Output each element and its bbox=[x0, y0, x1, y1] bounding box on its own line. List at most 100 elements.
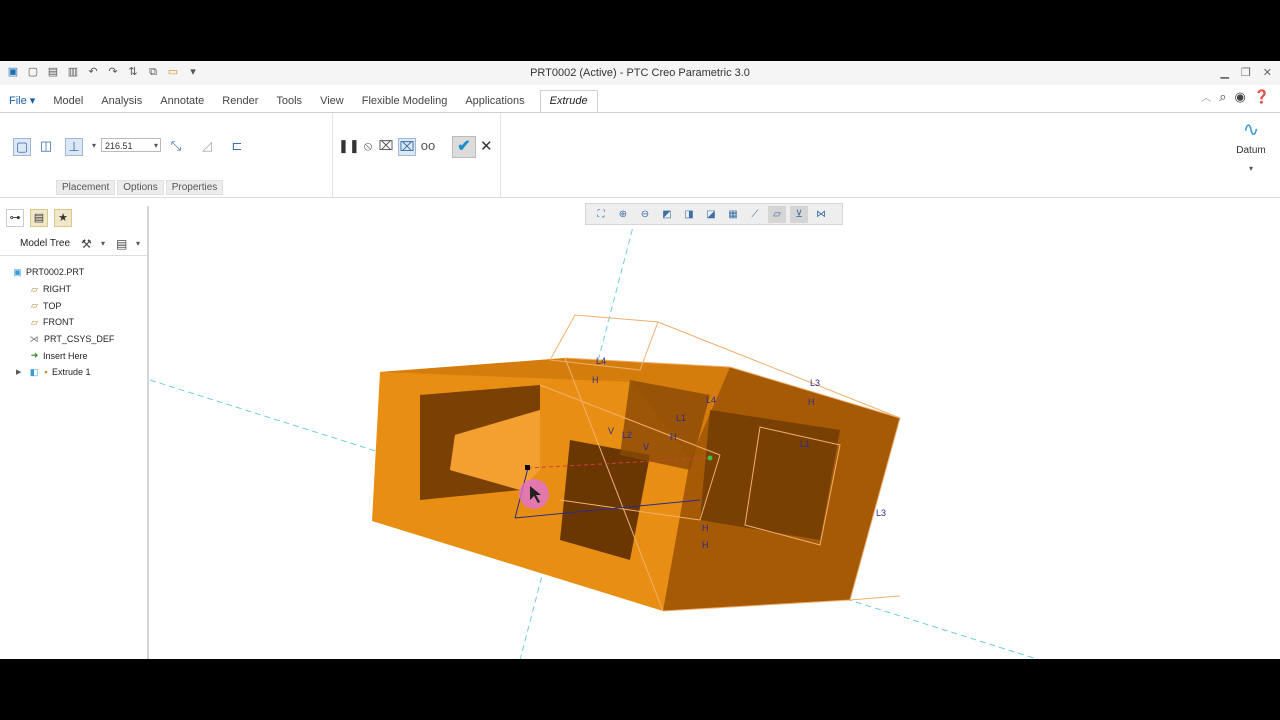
preview-controls-group: ❚❚ ⦸ ⌧ ⌧ oo ✔ ✕ bbox=[332, 113, 501, 197]
csys-icon: ⋊ bbox=[29, 333, 39, 344]
spin-center-icon[interactable]: ⊻ bbox=[790, 205, 808, 223]
extrude-icon: ◧ bbox=[29, 366, 39, 377]
depth-dropdown-icon[interactable]: ▾ bbox=[86, 138, 102, 154]
constraint-label: V bbox=[608, 426, 614, 436]
datum-label: Datum bbox=[1236, 145, 1266, 156]
tree-item-part[interactable]: ▣ PRT0002.PRT bbox=[0, 264, 147, 281]
constraint-label: L1 bbox=[676, 413, 686, 423]
placement-tab[interactable]: Placement bbox=[56, 180, 116, 195]
detached-preview-icon[interactable]: ⌧ bbox=[398, 138, 416, 156]
close-icon[interactable]: ✕ bbox=[1263, 66, 1272, 79]
datum-display-icon[interactable]: ⟋ bbox=[746, 206, 764, 223]
tree-settings-icon[interactable]: ⚒ bbox=[81, 237, 92, 251]
datum-plane-icon: ▱ bbox=[31, 283, 38, 294]
tab-extrude[interactable]: Extrude bbox=[539, 90, 598, 113]
tree-show-dropdown-icon[interactable]: ▾ bbox=[136, 239, 140, 248]
minimize-icon[interactable]: ▁ bbox=[1220, 66, 1228, 79]
thicken-sketch-icon[interactable]: ⊏ bbox=[229, 138, 245, 154]
saved-orientations-icon[interactable]: ◪ bbox=[702, 206, 720, 223]
tab-applications[interactable]: Applications bbox=[456, 91, 533, 112]
view-manager-icon[interactable]: ▦ bbox=[724, 206, 742, 223]
tab-model[interactable]: Model bbox=[44, 91, 92, 112]
tree-settings-dropdown-icon[interactable]: ▾ bbox=[101, 239, 105, 248]
graphics-area[interactable]: L4 L3 L4 L1 L2 L1 L3 H V H H V H H bbox=[149, 206, 1280, 659]
sketch-marker-icon: ▪ bbox=[44, 366, 48, 377]
attached-preview-icon[interactable]: ⌧ bbox=[378, 138, 394, 154]
tree-item-insert-here[interactable]: ➜ Insert Here bbox=[0, 347, 147, 364]
help-icon[interactable]: ❓ bbox=[1254, 89, 1270, 105]
search-icon[interactable]: ⌕ bbox=[1219, 89, 1226, 105]
flip-direction-icon[interactable]: ⤡ bbox=[168, 138, 184, 154]
depth-value: 216.51 bbox=[105, 141, 133, 151]
tab-analysis[interactable]: Analysis bbox=[92, 91, 151, 112]
tree-item-right[interactable]: ▱ RIGHT bbox=[0, 281, 147, 298]
cancel-icon[interactable]: ✕ bbox=[480, 137, 493, 155]
constraint-label: H bbox=[670, 432, 677, 442]
model-tree-header: Model Tree ⚒ ▾ ▤ ▾ bbox=[0, 235, 147, 256]
tree-item-csys[interactable]: ⋊ PRT_CSYS_DEF bbox=[0, 331, 147, 348]
community-icon[interactable]: ◉ bbox=[1234, 89, 1245, 105]
constraint-label: L1 bbox=[800, 439, 810, 449]
help-icons: ︿ ⌕ ◉ ❓ bbox=[1201, 89, 1270, 105]
model-tree: ▣ PRT0002.PRT ▱ RIGHT ▱ TOP ▱ FRONT ⋊ PR… bbox=[0, 264, 147, 381]
datum-icon: ∿ bbox=[1242, 119, 1260, 141]
expand-icon[interactable]: ▶ bbox=[16, 368, 28, 376]
properties-tab[interactable]: Properties bbox=[165, 180, 224, 195]
display-style-icon[interactable]: ◨ bbox=[680, 206, 698, 223]
tree-show-icon[interactable]: ▤ bbox=[116, 237, 127, 251]
creo-window: ▣ ▢ ▤ ▥ ↶ ↷ ⇅ ⧉ ▭ ▾ PRT0002 (Active) - P… bbox=[0, 61, 1280, 659]
zoom-in-icon[interactable]: ⊕ bbox=[614, 206, 632, 223]
datum-plane-icon: ▱ bbox=[31, 300, 38, 311]
tab-render[interactable]: Render bbox=[213, 91, 267, 112]
maximize-icon[interactable]: ❐ bbox=[1241, 66, 1251, 79]
tree-item-label: RIGHT bbox=[43, 284, 71, 295]
tree-item-top[interactable]: ▱ TOP bbox=[0, 297, 147, 314]
refit-icon[interactable]: ⛶ bbox=[592, 206, 610, 223]
zoom-out-icon[interactable]: ⊖ bbox=[636, 206, 654, 223]
no-preview-icon[interactable]: ⦸ bbox=[360, 138, 376, 154]
solid-icon[interactable]: ▢ bbox=[13, 138, 31, 156]
remove-material-icon[interactable]: ◿ bbox=[199, 138, 215, 154]
ok-icon[interactable]: ✔ bbox=[452, 136, 476, 158]
collapse-ribbon-icon[interactable]: ︿ bbox=[1201, 89, 1211, 105]
constraint-label: L3 bbox=[876, 508, 886, 518]
constraint-label: L4 bbox=[596, 356, 606, 366]
constraint-label: H bbox=[702, 523, 709, 533]
depth-blind-icon[interactable]: ⊥ bbox=[65, 138, 83, 156]
tab-tools[interactable]: Tools bbox=[267, 91, 311, 112]
tree-item-front[interactable]: ▱ FRONT bbox=[0, 314, 147, 331]
surface-icon[interactable]: ◫ bbox=[38, 138, 54, 154]
constraint-label: L4 bbox=[706, 395, 716, 405]
verify-preview-icon[interactable]: oo bbox=[420, 138, 436, 154]
title-bar: ▣ ▢ ▤ ▥ ↶ ↷ ⇅ ⧉ ▭ ▾ PRT0002 (Active) - P… bbox=[0, 61, 1280, 85]
datum-button[interactable]: ∿ Datum ▾ bbox=[1236, 119, 1266, 173]
navigator-tabs: ⊶ ▤ ★ bbox=[6, 209, 72, 227]
menu-tabs: File ▾ Model Analysis Annotate Render To… bbox=[0, 90, 1280, 113]
options-tab[interactable]: Options bbox=[117, 180, 164, 195]
tree-item-extrude[interactable]: ▶ ◧ ▪ Extrude 1 bbox=[0, 364, 147, 381]
datum-dropdown-icon[interactable]: ▾ bbox=[1236, 164, 1266, 173]
depth-value-field[interactable]: 216.51 ▾ bbox=[101, 138, 161, 152]
annotation-display-icon[interactable]: ▱ bbox=[768, 205, 786, 223]
graphics-toolbar: ⛶ ⊕ ⊖ ◩ ◨ ◪ ▦ ⟋ ▱ ⊻ ⋈ bbox=[585, 203, 843, 225]
depth-value-dropdown-icon[interactable]: ▾ bbox=[154, 139, 158, 153]
tree-item-label: Extrude 1 bbox=[52, 367, 91, 378]
tab-annotate[interactable]: Annotate bbox=[151, 91, 213, 112]
model-tree-tab-icon[interactable]: ⊶ bbox=[6, 209, 24, 227]
repaint-icon[interactable]: ◩ bbox=[658, 206, 676, 223]
tab-flexible-modeling[interactable]: Flexible Modeling bbox=[353, 91, 457, 112]
window-title: PRT0002 (Active) - PTC Creo Parametric 3… bbox=[530, 67, 750, 79]
constraint-label: H bbox=[808, 397, 815, 407]
extrude-options-group: ▢ ◫ ⊥ ▾ 216.51 ▾ ⤡ ◿ ⊏ Placement Options… bbox=[0, 113, 333, 197]
folder-browser-tab-icon[interactable]: ▤ bbox=[30, 209, 48, 227]
datum-plane-icon: ▱ bbox=[31, 316, 38, 327]
extrude-body[interactable] bbox=[372, 358, 900, 611]
tree-item-label: PRT_CSYS_DEF bbox=[44, 334, 115, 345]
favorites-tab-icon[interactable]: ★ bbox=[54, 209, 72, 227]
tab-view[interactable]: View bbox=[311, 91, 353, 112]
model-tree-title: Model Tree bbox=[20, 238, 71, 249]
pause-icon[interactable]: ❚❚ bbox=[338, 138, 360, 154]
tab-file[interactable]: File ▾ bbox=[0, 91, 44, 112]
window-controls: ▁ ❐ ✕ bbox=[1220, 66, 1272, 79]
csys-display-icon[interactable]: ⋈ bbox=[812, 206, 830, 223]
